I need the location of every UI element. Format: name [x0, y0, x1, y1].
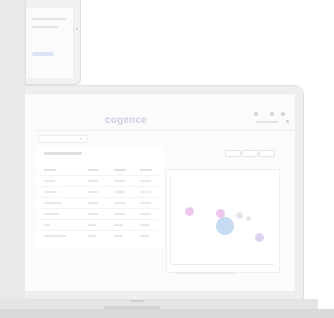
- column-header[interactable]: [44, 169, 56, 171]
- table-cell: [114, 224, 123, 226]
- table-cell: [140, 202, 151, 204]
- laptop-notch: [104, 306, 160, 309]
- laptop-base-lip: [0, 309, 334, 318]
- toolbar-button[interactable]: [242, 150, 258, 157]
- table-cell: [114, 235, 123, 237]
- tablet-device: [25, 0, 81, 85]
- tablet-camera-icon: [76, 28, 78, 30]
- table-cell: [114, 180, 125, 182]
- table-cell: [44, 191, 57, 193]
- tablet-button[interactable]: [32, 52, 54, 56]
- column-header[interactable]: [114, 169, 126, 171]
- header-divider: [35, 130, 295, 131]
- chart-bubble[interactable]: [236, 212, 243, 219]
- tablet-text-line: [32, 26, 58, 28]
- user-icon[interactable]: [254, 112, 258, 116]
- chart-bubble[interactable]: [246, 216, 251, 221]
- table-cell: [88, 235, 96, 237]
- chart-caption: [176, 272, 236, 274]
- table-cell: [88, 191, 98, 193]
- table-cell: [114, 191, 125, 193]
- column-header[interactable]: [140, 169, 152, 171]
- header-meta-text: [256, 121, 278, 123]
- table-cell: [88, 213, 98, 215]
- chart-y-axis: [170, 176, 171, 264]
- table-cell: [114, 213, 125, 215]
- column-header[interactable]: [88, 169, 98, 171]
- tablet-screen: [26, 8, 74, 78]
- menu-icon[interactable]: [281, 112, 285, 116]
- chevron-down-icon: ▾: [80, 136, 83, 141]
- table-cell: [44, 213, 59, 215]
- table-cell: [140, 180, 151, 182]
- table-cell: [44, 180, 55, 182]
- table-cell: [114, 202, 126, 204]
- table-divider: [38, 175, 158, 176]
- table-cell: [44, 202, 62, 204]
- laptop-hinge: [130, 300, 144, 302]
- table-cell: [140, 224, 149, 226]
- table-cell: [140, 213, 151, 215]
- table-cell: [88, 202, 98, 204]
- table-cell: [88, 180, 98, 182]
- notification-icon[interactable]: [270, 112, 274, 116]
- table-cell: [44, 235, 66, 237]
- app-logo: cogence: [105, 115, 147, 126]
- table-cell: [44, 224, 50, 226]
- tablet-text-line: [32, 18, 66, 20]
- chart-bubble[interactable]: [216, 217, 234, 235]
- table-row[interactable]: [38, 197, 158, 198]
- table-row[interactable]: [38, 186, 158, 187]
- chart-bubble[interactable]: [255, 233, 264, 242]
- table-row[interactable]: [38, 208, 158, 209]
- toolbar-button[interactable]: [225, 150, 241, 157]
- chevron-down-icon[interactable]: [286, 120, 289, 123]
- toolbar-button[interactable]: [259, 150, 275, 157]
- left-background-strip: [0, 0, 25, 318]
- table-cell: [88, 224, 96, 226]
- table-row[interactable]: [38, 230, 158, 231]
- table-row[interactable]: [38, 219, 158, 220]
- chart-bubble[interactable]: [185, 207, 194, 216]
- table-cell: [140, 191, 151, 193]
- chart-x-axis: [170, 264, 274, 265]
- table-cell: [140, 235, 149, 237]
- panel-title: [44, 152, 82, 155]
